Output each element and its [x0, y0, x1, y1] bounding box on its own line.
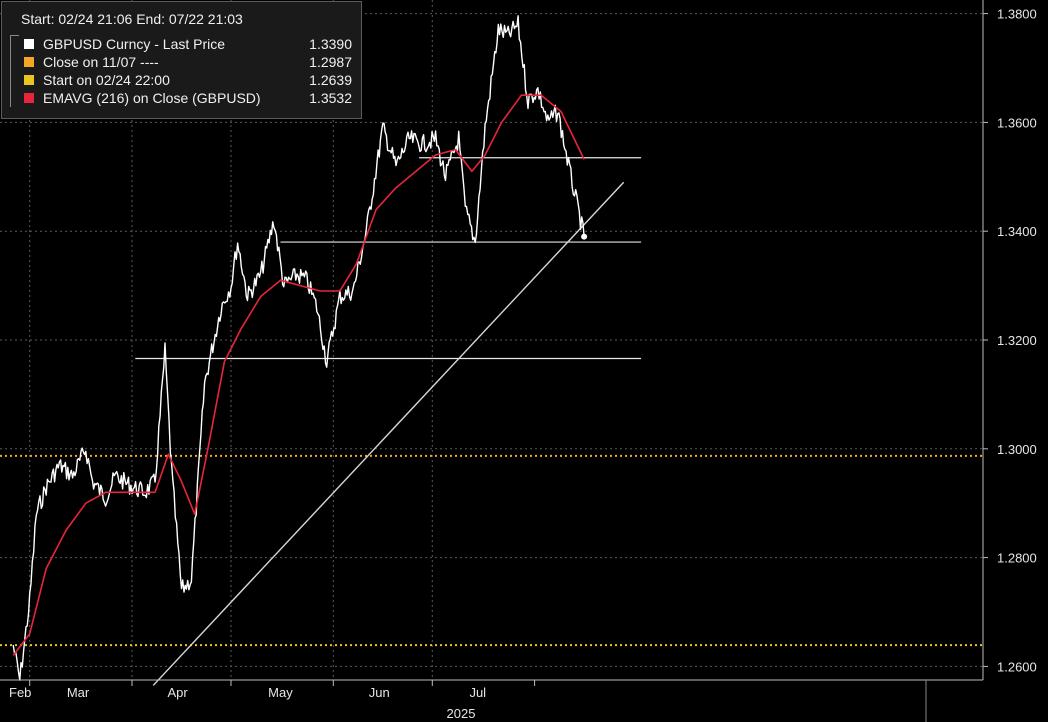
legend-date-range: Start: 02/24 21:06 End: 07/22 21:03 [21, 11, 243, 27]
legend-tree-line [10, 71, 19, 89]
legend-item-emavg[interactable]: EMAVG (216) on Close (GBPUSD) 1.3532 [10, 89, 360, 107]
last-price-marker [581, 233, 588, 240]
legend-swatch [24, 39, 34, 49]
legend-item-last-price[interactable]: GBPUSD Curncy - Last Price 1.3390 [10, 35, 360, 54]
y-tick-label: 1.3200 [997, 333, 1037, 348]
y-tick-label: 1.2800 [997, 551, 1037, 566]
support-resistance-lines [135, 157, 642, 686]
y-tick-label: 1.3000 [997, 442, 1037, 457]
x-month-label: Jun [369, 685, 390, 700]
legend-value: 1.3532 [309, 90, 352, 106]
y-tick-label: 1.3400 [997, 224, 1037, 239]
legend-tree-line [10, 53, 19, 71]
legend-label: EMAVG (216) on Close (GBPUSD) [43, 90, 261, 106]
x-month-label: Apr [168, 685, 189, 700]
legend-swatch [24, 93, 34, 103]
legend-label: GBPUSD Curncy - Last Price [43, 36, 226, 52]
x-year-label: 2025 [447, 706, 476, 721]
legend-item-start-line[interactable]: Start on 02/24 22:00 1.2639 [10, 71, 360, 89]
legend-item-close-line[interactable]: Close on 11/07 ---- 1.2987 [10, 53, 360, 71]
legend-swatch [24, 75, 34, 85]
legend-swatch [24, 57, 34, 67]
x-month-label: May [268, 685, 293, 700]
legend-value: 1.3390 [309, 36, 352, 52]
legend-value: 1.2987 [309, 54, 352, 70]
x-month-label: Feb [9, 685, 31, 700]
ema-series-line [12, 94, 585, 656]
legend-tree-line [10, 35, 19, 54]
chart-legend: Start: 02/24 21:06 End: 07/22 21:03 GBPU… [1, 1, 362, 119]
legend-tree-line [10, 89, 19, 107]
x-month-label: Jul [469, 685, 486, 700]
y-tick-label: 1.2600 [997, 659, 1037, 674]
y-tick-label: 1.3600 [997, 115, 1037, 130]
y-tick-label: 1.3800 [997, 7, 1037, 22]
legend-value: 1.2639 [309, 72, 352, 88]
x-month-label: Mar [67, 685, 90, 700]
trendline [152, 181, 625, 686]
legend-label: Close on 11/07 ---- [43, 54, 159, 70]
legend-label: Start on 02/24 22:00 [43, 72, 170, 88]
